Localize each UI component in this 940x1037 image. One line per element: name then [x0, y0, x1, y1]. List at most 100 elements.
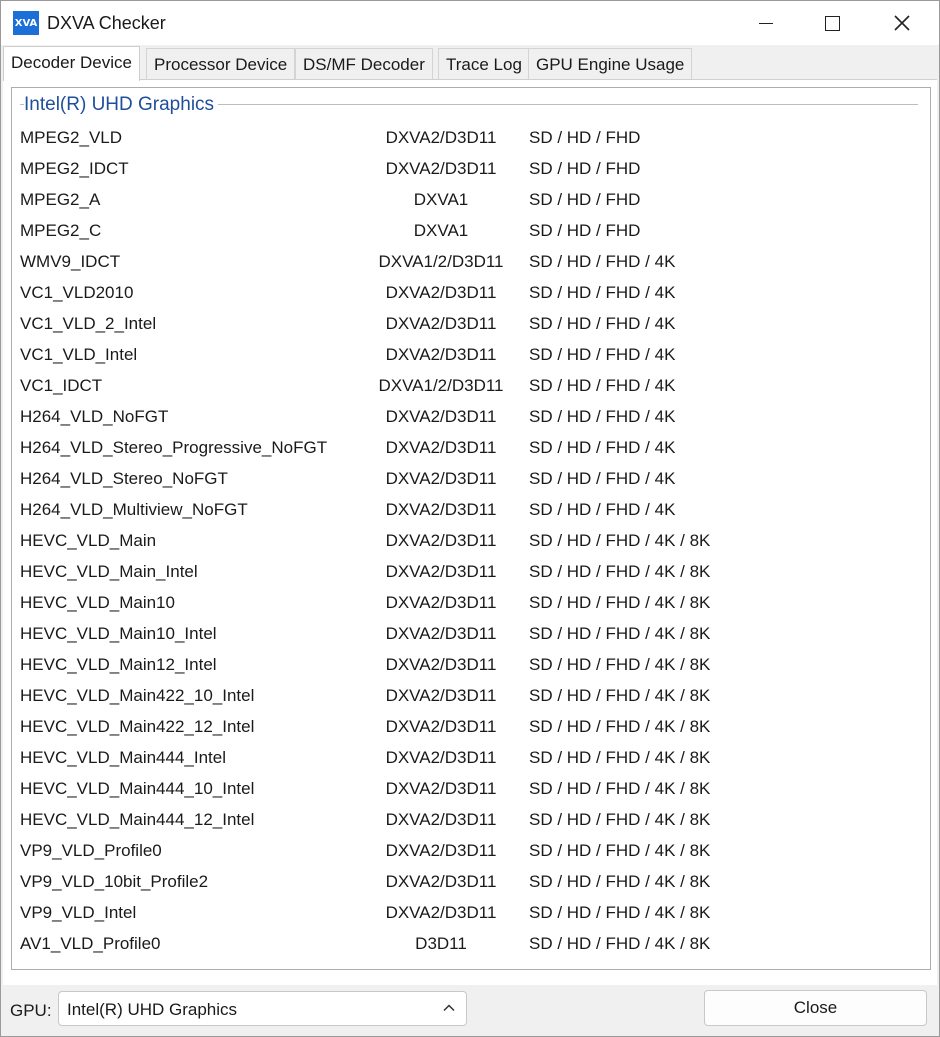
close-window-button[interactable]	[869, 1, 935, 45]
list-item[interactable]: HEVC_VLD_Main10_Intel DXVA2/D3D11 SD / HD …	[12, 620, 930, 651]
list-item[interactable]: HEVC_VLD_Main10 DXVA2/D3D11 SD / HD / FHD …	[12, 589, 930, 620]
gpu-select[interactable]: Intel(R) UHD Graphics	[58, 991, 467, 1026]
list-item[interactable]: MPEG2_A DXVA1 SD / HD / FHD	[12, 186, 930, 217]
tab-gpu-engine-usage[interactable]: GPU Engine Usage	[528, 48, 693, 80]
decoder-api: DXVA1/2/D3D11	[378, 252, 504, 271]
chevron-up-icon	[443, 1004, 455, 1012]
close-button-label: Close	[793, 998, 838, 1017]
decoder-api: DXVA2/D3D11	[385, 500, 497, 519]
list-item[interactable]: HEVC_VLD_Main422_10_Intel DXVA2/D3D11 SD /…	[12, 682, 930, 713]
decoder-name: HEVC_VLD_Main10_Intel	[20, 624, 217, 643]
list-item[interactable]: VC1_VLD2010 DXVA2/D3D11 SD / HD / FHD / 4K	[12, 279, 930, 310]
minimize-icon	[759, 22, 773, 24]
decoder-api: DXVA2/D3D11	[385, 779, 497, 798]
decoder-resolutions: SD / HD / FHD / 4K / 8K	[529, 934, 711, 953]
decoder-name: H264_VLD_Stereo_NoFGT	[20, 469, 228, 488]
decoder-api: DXVA2/D3D11	[385, 593, 497, 612]
decoder-name: WMV9_IDCT	[20, 252, 121, 271]
list-item[interactable]: MPEG2_IDCT DXVA2/D3D11 SD / HD / FHD	[12, 155, 930, 186]
close-button[interactable]: Close	[704, 990, 927, 1026]
decoder-resolutions: SD / HD / FHD / 4K	[529, 407, 676, 426]
title-bar[interactable]: XVA DXVA Checker	[1, 1, 939, 45]
list-item[interactable]: HEVC_VLD_Main444_Intel DXVA2/D3D11 SD / HD…	[12, 744, 930, 775]
decoder-resolutions: SD / HD / FHD / 4K	[529, 438, 676, 457]
decoder-rows: MPEG2_VLD DXVA2/D3D11 SD / HD / FHD MPEG2_I…	[12, 124, 930, 961]
dxva-app-icon: XVA	[13, 11, 39, 35]
decoder-resolutions: SD / HD / FHD / 4K / 8K	[529, 903, 711, 922]
decoder-name: VP9_VLD_Profile0	[20, 841, 162, 860]
decoder-api: DXVA2/D3D11	[385, 872, 497, 891]
decoder-name: MPEG2_C	[20, 221, 102, 240]
decoder-name: HEVC_VLD_Main444_Intel	[20, 748, 227, 767]
decoder-resolutions: SD / HD / FHD / 4K	[529, 314, 676, 333]
decoder-name: VC1_VLD2010	[20, 283, 134, 302]
list-item[interactable]: HEVC_VLD_Main12_Intel DXVA2/D3D11 SD / HD …	[12, 651, 930, 682]
decoder-name: VP9_VLD_Intel	[20, 903, 137, 922]
tab-decoder-device[interactable]: Decoder Device	[3, 46, 140, 81]
decoder-list[interactable]: Intel(R) UHD Graphics MPEG2_VLD DXVA2/D3D…	[11, 87, 931, 970]
decoder-api: DXVA2/D3D11	[385, 469, 497, 488]
decoder-api: DXVA2/D3D11	[385, 717, 497, 736]
list-item[interactable]: H264_VLD_NoFGT DXVA2/D3D11 SD / HD / FHD /…	[12, 403, 930, 434]
list-item[interactable]: VP9_VLD_Intel DXVA2/D3D11 SD / HD / FHD / …	[12, 899, 930, 930]
list-item[interactable]: VC1_IDCT DXVA1/2/D3D11 SD / HD / FHD / 4K	[12, 372, 930, 403]
decoder-api: DXVA2/D3D11	[385, 531, 497, 550]
decoder-resolutions: SD / HD / FHD / 4K / 8K	[529, 686, 711, 705]
decoder-api: DXVA1	[413, 190, 469, 209]
list-item[interactable]: VC1_VLD_Intel DXVA2/D3D11 SD / HD / FHD / …	[12, 341, 930, 372]
tab-ds-mf-decoder[interactable]: DS/MF Decoder	[295, 48, 433, 80]
decoder-name: MPEG2_IDCT	[20, 159, 129, 178]
list-item[interactable]: AV1_VLD_Profile0 D3D11 SD / HD / FHD / 4K …	[12, 930, 930, 961]
gpu-select-value: Intel(R) UHD Graphics	[67, 1000, 238, 1019]
decoder-api: DXVA2/D3D11	[385, 903, 497, 922]
decoder-resolutions: SD / HD / FHD / 4K / 8K	[529, 593, 711, 612]
list-item[interactable]: HEVC_VLD_Main444_10_Intel DXVA2/D3D11 SD /…	[12, 775, 930, 806]
window-title: DXVA Checker	[47, 13, 166, 33]
decoder-name: H264_VLD_Multiview_NoFGT	[20, 500, 248, 519]
decoder-resolutions: SD / HD / FHD	[529, 128, 641, 147]
list-item[interactable]: VP9_VLD_Profile0 DXVA2/D3D11 SD / HD / FHD…	[12, 837, 930, 868]
decoder-api: DXVA2/D3D11	[385, 438, 497, 457]
decoder-resolutions: SD / HD / FHD / 4K / 8K	[529, 748, 711, 767]
decoder-api: D3D11	[415, 934, 467, 953]
tab-trace-log[interactable]: Trace Log	[438, 48, 530, 80]
decoder-resolutions: SD / HD / FHD / 4K	[529, 376, 676, 395]
list-item[interactable]: HEVC_VLD_Main DXVA2/D3D11 SD / HD / FHD / …	[12, 527, 930, 558]
tab-processor-device[interactable]: Processor Device	[146, 48, 296, 80]
decoder-name: VC1_VLD_2_Intel	[20, 314, 157, 333]
list-item[interactable]: VC1_VLD_2_Intel DXVA2/D3D11 SD / HD / FHD …	[12, 310, 930, 341]
decoder-name: HEVC_VLD_Main_Intel	[20, 562, 198, 581]
decoder-name: VC1_VLD_Intel	[20, 345, 138, 364]
decoder-api: DXVA2/D3D11	[385, 159, 497, 178]
decoder-resolutions: SD / HD / FHD / 4K / 8K	[529, 810, 711, 829]
list-item[interactable]: MPEG2_C DXVA1 SD / HD / FHD	[12, 217, 930, 248]
decoder-resolutions: SD / HD / FHD	[529, 159, 641, 178]
decoder-resolutions: SD / HD / FHD	[529, 221, 641, 240]
decoder-resolutions: SD / HD / FHD / 4K / 8K	[529, 531, 711, 550]
decoder-name: HEVC_VLD_Main444_10_Intel	[20, 779, 255, 798]
list-item[interactable]: HEVC_VLD_Main_Intel DXVA2/D3D11 SD / HD / …	[12, 558, 930, 589]
decoder-name: MPEG2_A	[20, 190, 101, 209]
group-header-gpu: Intel(R) UHD Graphics	[24, 94, 219, 116]
list-item[interactable]: VP9_VLD_10bit_Profile2 DXVA2/D3D11 SD / HD…	[12, 868, 930, 899]
decoder-name: H264_VLD_Stereo_Progressive_NoFGT	[20, 438, 328, 457]
list-item[interactable]: HEVC_VLD_Main444_12_Intel DXVA2/D3D11 SD /…	[12, 806, 930, 837]
decoder-api: DXVA2/D3D11	[385, 841, 497, 860]
minimize-button[interactable]	[733, 1, 799, 45]
list-item[interactable]: H264_VLD_Multiview_NoFGT DXVA2/D3D11 SD / …	[12, 496, 930, 527]
decoder-api: DXVA2/D3D11	[385, 314, 497, 333]
list-item[interactable]: H264_VLD_Stereo_NoFGT DXVA2/D3D11 SD / HD …	[12, 465, 930, 496]
decoder-api: DXVA2/D3D11	[385, 562, 497, 581]
list-item[interactable]: H264_VLD_Stereo_Progressive_NoFGT DXVA2/D…	[12, 434, 930, 465]
decoder-device-panel: Intel(R) UHD Graphics MPEG2_VLD DXVA2/D3D…	[3, 79, 937, 985]
maximize-button[interactable]	[799, 1, 865, 45]
decoder-resolutions: SD / HD / FHD / 4K / 8K	[529, 562, 711, 581]
decoder-resolutions: SD / HD / FHD / 4K	[529, 500, 676, 519]
list-item[interactable]: MPEG2_VLD DXVA2/D3D11 SD / HD / FHD	[12, 124, 930, 155]
dxva-checker-window: XVA DXVA Checker Decoder Device Processo…	[0, 0, 940, 1037]
decoder-resolutions: SD / HD / FHD / 4K / 8K	[529, 872, 711, 891]
list-item[interactable]: HEVC_VLD_Main422_12_Intel DXVA2/D3D11 SD /…	[12, 713, 930, 744]
list-item[interactable]: WMV9_IDCT DXVA1/2/D3D11 SD / HD / FHD / 4K	[12, 248, 930, 279]
footer-bar: GPU: Intel(R) UHD Graphics Close	[1, 986, 939, 1036]
tab-strip: Decoder Device Processor Device DS/MF De…	[3, 46, 939, 81]
